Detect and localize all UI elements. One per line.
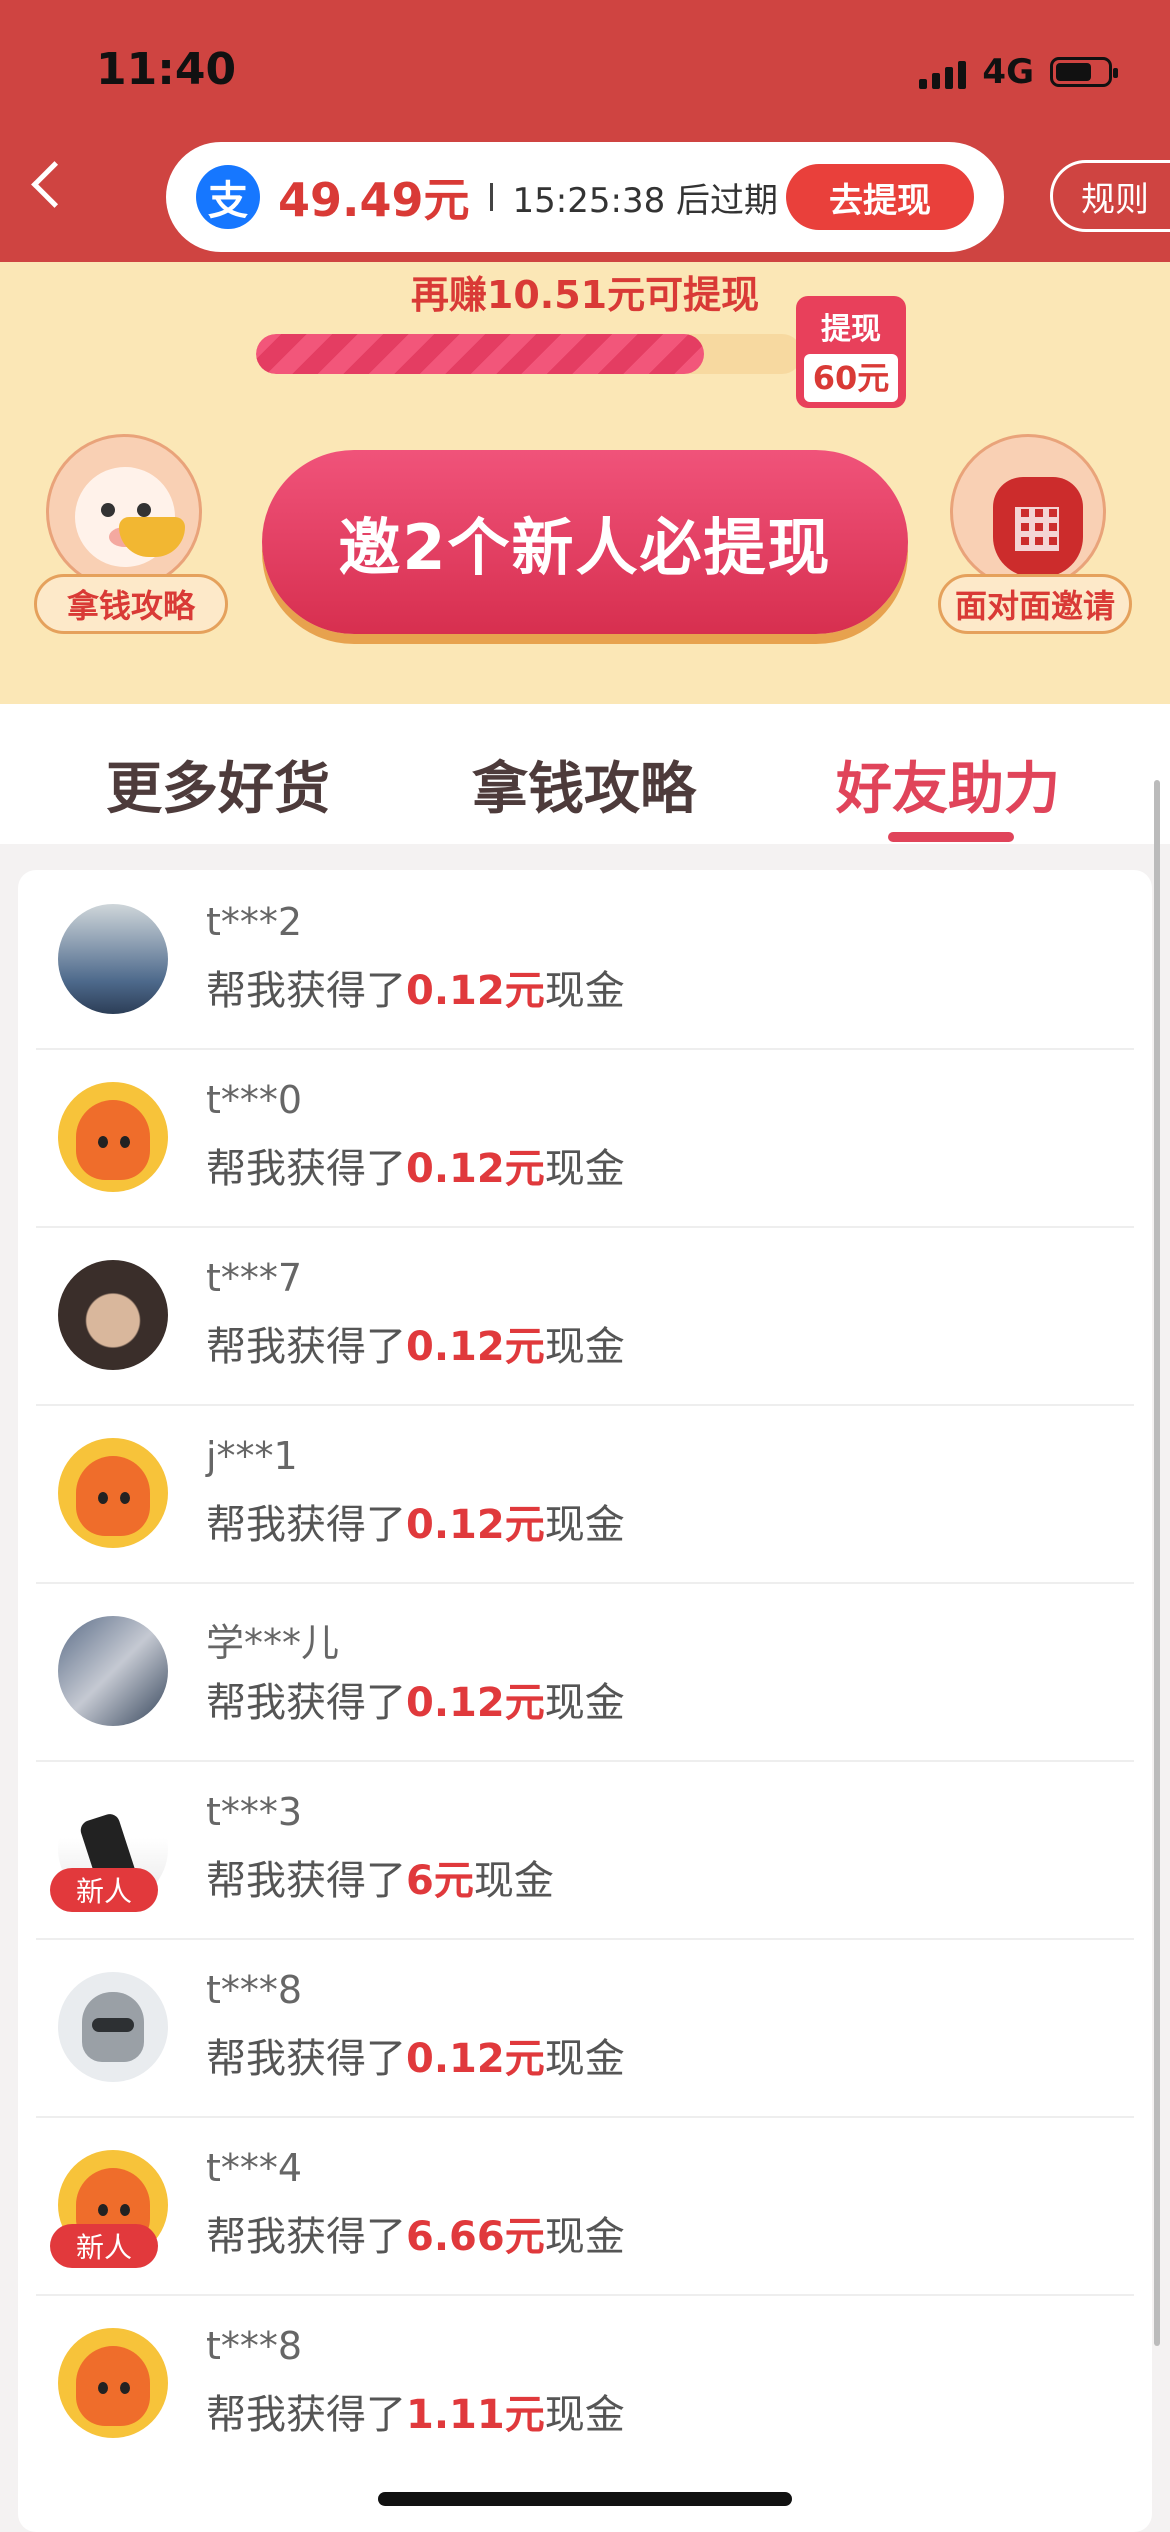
face-to-face-label: 面对面邀请 [938, 574, 1132, 634]
helper-reward: 帮我获得了0.12元现金 [206, 1146, 625, 1192]
earn-more-text: 再赚10.51元可提现 [410, 273, 760, 317]
helper-name: t***8 [206, 1968, 303, 2012]
avatar [58, 1082, 168, 1192]
avatar [58, 2328, 168, 2438]
tab-friend-help[interactable]: 好友助力 [836, 744, 1060, 825]
helper-name: t***3 [206, 1790, 303, 1834]
helper-name: 学***儿 [206, 1621, 340, 1665]
helper-name: t***2 [206, 900, 303, 944]
money-guide-label: 拿钱攻略 [34, 574, 228, 634]
helper-name: t***7 [206, 1256, 303, 1300]
expire-countdown: 15:25:38 后过期 [512, 180, 779, 221]
tab-more-goods[interactable]: 更多好货 [106, 744, 330, 825]
avatar [58, 904, 168, 1014]
helper-reward: 帮我获得了1.11元现金 [206, 2392, 625, 2438]
newbie-badge: 新人 [50, 1868, 158, 1912]
face-to-face-invite-badge[interactable]: 面对面邀请 [938, 434, 1132, 634]
helper-name: t***0 [206, 1078, 303, 1122]
pig-mascot-icon [46, 434, 202, 590]
goal-value: 60元 [804, 354, 898, 402]
helper-reward: 帮我获得了0.12元现金 [206, 968, 625, 1014]
list-item[interactable]: 新人 t***4 帮我获得了6.66元现金 [36, 2116, 1134, 2296]
avatar [58, 1260, 168, 1370]
divider [489, 183, 493, 211]
helper-reward: 帮我获得了0.12元现金 [206, 1680, 625, 1726]
list-item[interactable]: t***8 帮我获得了0.12元现金 [36, 1938, 1134, 2118]
scrollbar[interactable] [1154, 780, 1160, 2346]
top-bar: 11:40 4G 支 49.49元 15:25:38 后过期 去提现 规则 [0, 0, 1170, 262]
home-indicator [378, 2492, 792, 2506]
list-item[interactable]: t***7 帮我获得了0.12元现金 [36, 1226, 1134, 1406]
helper-list: t***2 帮我获得了0.12元现金 t***0 帮我获得了0.12元现金 t*… [18, 870, 1152, 2532]
balance-pill: 支 49.49元 15:25:38 后过期 去提现 [166, 142, 1004, 252]
newbie-badge: 新人 [50, 2224, 158, 2268]
promo-panel: 再赚10.51元可提现 提现 60元 拿钱攻略 邀2个新人必提现 面对面邀请 [0, 262, 1170, 704]
list-item[interactable]: t***0 帮我获得了0.12元现金 [36, 1048, 1134, 1228]
helper-reward: 帮我获得了6元现金 [206, 1858, 554, 1904]
avatar [58, 1438, 168, 1548]
helper-name: j***1 [206, 1434, 298, 1478]
list-item[interactable]: j***1 帮我获得了0.12元现金 [36, 1404, 1134, 1584]
helper-reward: 帮我获得了0.12元现金 [206, 1324, 625, 1370]
list-item[interactable]: 新人 t***3 帮我获得了6元现金 [36, 1760, 1134, 1940]
goal-badge: 提现 60元 [796, 296, 906, 408]
withdraw-button[interactable]: 去提现 [786, 164, 974, 230]
battery-icon [1050, 57, 1118, 87]
goal-label: 提现 [821, 312, 881, 347]
money-guide-badge[interactable]: 拿钱攻略 [34, 434, 228, 634]
withdraw-progress [256, 334, 802, 374]
tab-money-guide[interactable]: 拿钱攻略 [472, 744, 696, 825]
helper-reward: 帮我获得了0.12元现金 [206, 1502, 625, 1548]
avatar [58, 1972, 168, 2082]
invite-button[interactable]: 邀2个新人必提现 [262, 450, 908, 634]
list-item[interactable]: t***8 帮我获得了1.11元现金 [36, 2294, 1134, 2472]
rules-button[interactable]: 规则 [1050, 160, 1170, 232]
signal-icon [919, 55, 967, 89]
list-item[interactable]: 学***儿 帮我获得了0.12元现金 [36, 1582, 1134, 1762]
helper-name: t***4 [206, 2146, 303, 2190]
active-tab-indicator [888, 832, 1014, 842]
helper-reward: 帮我获得了6.66元现金 [206, 2214, 625, 2260]
helper-name: t***8 [206, 2324, 303, 2368]
list-item[interactable]: t***2 帮我获得了0.12元现金 [36, 870, 1134, 1050]
avatar [58, 1616, 168, 1726]
status-time: 11:40 [96, 44, 237, 95]
back-chevron-icon[interactable] [31, 161, 78, 208]
network-type: 4G [982, 52, 1034, 92]
withdraw-progress-fill [256, 334, 704, 374]
red-bag-icon [950, 434, 1106, 590]
tab-bar: 更多好货 拿钱攻略 好友助力 [0, 704, 1170, 844]
status-indicators: 4G [919, 52, 1118, 92]
alipay-icon: 支 [196, 165, 260, 229]
balance-amount: 49.49元 [278, 173, 470, 227]
helper-reward: 帮我获得了0.12元现金 [206, 2036, 625, 2082]
